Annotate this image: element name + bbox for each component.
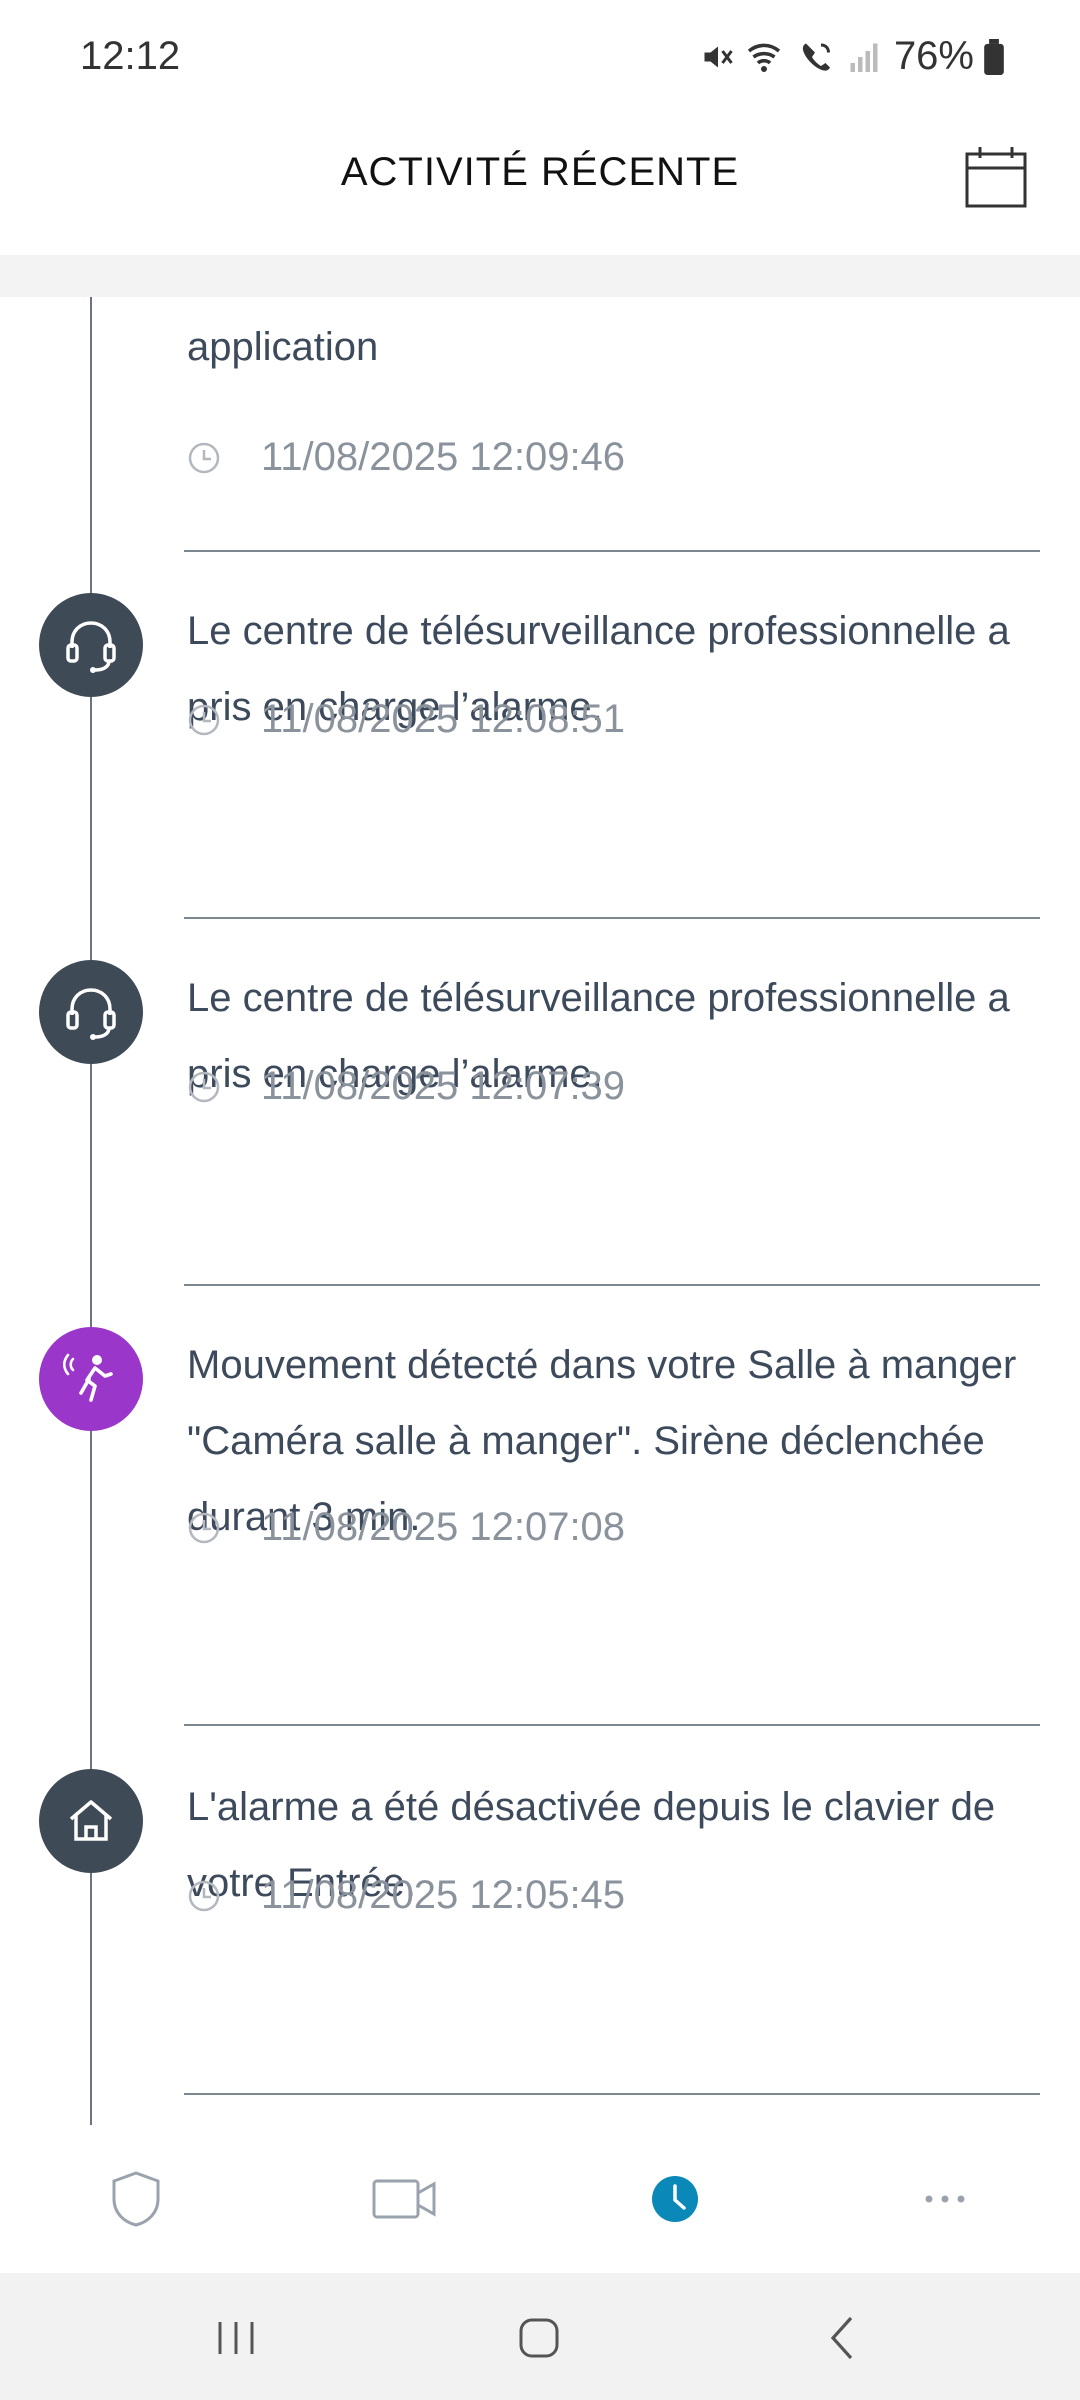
shield-icon <box>112 2171 160 2227</box>
clock-icon <box>188 1071 220 1102</box>
wifi-calling-icon <box>746 39 788 75</box>
status-time: 12:12 <box>80 34 181 78</box>
item-divider <box>184 1724 1040 1726</box>
status-bar: 12:12 76% <box>0 0 1080 120</box>
timestamp-text: 11/08/2025 12:07:39 <box>261 1064 626 1108</box>
bottom-navigation <box>0 2125 1080 2273</box>
item-divider <box>184 917 1040 919</box>
clock-icon <box>188 1880 220 1911</box>
status-icons: 76% <box>700 34 1004 79</box>
headset-icon <box>39 593 143 697</box>
clock-icon <box>188 442 220 473</box>
nav-activity[interactable] <box>625 2149 725 2249</box>
more-icon <box>925 2195 965 2203</box>
timestamp-text: 11/08/2025 12:08:51 <box>261 697 626 741</box>
activity-feed[interactable]: application 11/08/2025 12:09:46 Le centr… <box>0 297 1080 2125</box>
back-icon <box>830 2316 853 2360</box>
nav-security[interactable] <box>86 2149 186 2249</box>
activity-timestamp: 11/08/2025 12:08:51 <box>187 697 625 742</box>
battery-icon <box>984 38 1004 75</box>
calendar-icon <box>965 147 1027 208</box>
activity-timestamp: 11/08/2025 12:09:46 <box>187 435 625 480</box>
calendar-button[interactable] <box>962 142 1038 218</box>
nav-more[interactable] <box>895 2149 995 2249</box>
activity-timestamp: 11/08/2025 12:07:08 <box>187 1505 625 1550</box>
recent-apps-button[interactable] <box>186 2293 286 2383</box>
item-divider <box>184 2093 1040 2095</box>
battery-level: 76% <box>893 34 974 78</box>
timestamp-text: 11/08/2025 12:07:08 <box>261 1505 626 1549</box>
timestamp-text: 11/08/2025 12:09:46 <box>261 435 626 479</box>
item-divider <box>184 1284 1040 1286</box>
volte-call-icon <box>798 39 838 75</box>
signal-icon <box>848 39 880 75</box>
camera-icon <box>372 2179 436 2219</box>
headset-icon <box>39 960 143 1064</box>
nav-cameras[interactable] <box>355 2149 455 2249</box>
home-button[interactable] <box>489 2293 589 2383</box>
home-circle-icon <box>519 2318 559 2358</box>
activity-timestamp: 11/08/2025 12:05:45 <box>187 1873 625 1918</box>
activity-text: application <box>187 325 379 369</box>
header-divider <box>0 255 1080 297</box>
timestamp-text: 11/08/2025 12:05:45 <box>261 1873 626 1917</box>
page-title: ACTIVITÉ RÉCENTE <box>340 150 740 194</box>
system-navigation-bar <box>0 2273 1080 2400</box>
home-icon <box>39 1769 143 1873</box>
motion-detected-icon <box>39 1327 143 1431</box>
item-divider <box>184 550 1040 552</box>
mute-icon <box>700 39 736 75</box>
clock-icon <box>188 1512 220 1543</box>
back-button[interactable] <box>792 2293 892 2383</box>
recent-apps-icon <box>218 2322 254 2354</box>
clock-icon <box>652 2176 698 2222</box>
app-header: ACTIVITÉ RÉCENTE <box>0 120 1080 255</box>
activity-timestamp: 11/08/2025 12:07:39 <box>187 1064 625 1109</box>
clock-icon <box>188 704 220 735</box>
